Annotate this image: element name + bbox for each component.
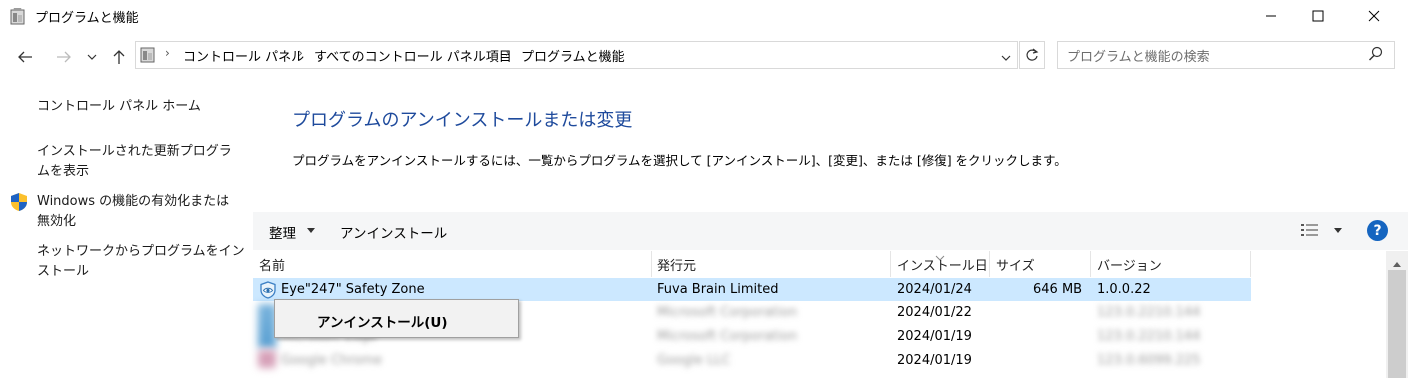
row-version: 1.0.0.22 (1097, 282, 1151, 297)
column-divider[interactable] (989, 251, 990, 277)
chevron-down-icon (87, 54, 97, 60)
back-button[interactable] (13, 44, 37, 70)
row-installed-date: 2024/01/19 (897, 353, 972, 368)
organize-dropdown-icon[interactable] (307, 228, 315, 233)
breadcrumb-control-panel[interactable]: コントロール パネル (183, 46, 304, 65)
row-version: 123.0.2210.144 (1097, 305, 1201, 320)
refresh-button[interactable] (1019, 41, 1045, 69)
scrollbar-thumb[interactable] (1388, 270, 1406, 378)
forward-button[interactable] (52, 44, 76, 70)
page-description: プログラムをアンインストールするには、一覧からプログラムを選択して [アンインス… (292, 153, 1067, 168)
row-size: 646 MB (1033, 282, 1083, 297)
close-button[interactable] (1351, 0, 1397, 32)
uninstall-button[interactable]: アンインストール (340, 222, 447, 242)
sidebar-item-control-panel-home[interactable]: コントロール パネル ホーム (37, 97, 247, 117)
breadcrumb-programs[interactable]: プログラムと機能 (521, 46, 625, 65)
column-name[interactable]: 名前 (259, 255, 285, 274)
maximize-button[interactable] (1295, 0, 1341, 32)
column-divider[interactable] (890, 251, 891, 277)
sidebar-item-windows-features[interactable]: Windows の機能の有効化または無効化 (37, 192, 242, 232)
column-size[interactable]: サイズ (996, 255, 1035, 274)
help-button[interactable]: ? (1367, 220, 1388, 241)
window-title: プログラムと機能 (35, 11, 139, 26)
column-publisher[interactable]: 発行元 (657, 255, 696, 274)
row-publisher: Google LLC (657, 353, 731, 368)
sidebar-item-installed-updates[interactable]: インストールされた更新プログラムを表示 (37, 142, 242, 182)
row-installed-date: 2024/01/22 (897, 305, 972, 320)
up-button[interactable] (107, 44, 131, 70)
column-installed-date[interactable]: インストール日 (897, 255, 988, 274)
view-dropdown-icon[interactable] (1334, 228, 1342, 233)
shield-icon (10, 192, 28, 212)
arrow-left-icon (18, 51, 32, 63)
organize-button[interactable]: 整理 (269, 222, 296, 242)
control-panel-icon (10, 7, 26, 25)
breadcrumb-separator-icon[interactable]: › (505, 46, 510, 60)
page-title: プログラムのアンインストールまたは変更 (292, 110, 633, 131)
row-publisher: Microsoft Corporation (657, 329, 798, 344)
column-version[interactable]: バージョン (1097, 255, 1162, 274)
row-version: 123.0.6099.225 (1097, 353, 1201, 368)
context-menu-uninstall[interactable]: アンインストール(U) (317, 311, 448, 331)
app-icon-blurred (258, 350, 276, 368)
search-placeholder: プログラムと機能の検索 (1067, 50, 1210, 65)
breadcrumb-separator-icon[interactable]: › (165, 46, 170, 60)
arrow-right-icon (57, 51, 71, 63)
row-publisher: Microsoft Corporation (657, 305, 798, 320)
column-divider[interactable] (651, 251, 652, 277)
sidebar-item-install-from-network[interactable]: ネットワークからプログラムをインストール (37, 242, 247, 282)
row-installed-date: 2024/01/19 (897, 329, 972, 344)
address-dropdown-icon[interactable] (1001, 51, 1011, 66)
column-divider[interactable] (1250, 251, 1251, 277)
minimize-button[interactable] (1248, 0, 1294, 32)
breadcrumb-separator-icon[interactable]: › (298, 46, 303, 60)
arrow-up-icon (113, 50, 125, 64)
control-panel-icon (140, 45, 156, 67)
title-bar (0, 0, 1408, 32)
row-version: 123.0.2210.144 (1097, 329, 1201, 344)
row-publisher: Fuva Brain Limited (657, 282, 779, 297)
refresh-icon (1026, 48, 1039, 61)
breadcrumb-all-items[interactable]: すべてのコントロール パネル項目 (314, 46, 512, 65)
row-name: Eye"247" Safety Zone (281, 282, 425, 297)
column-divider[interactable] (1090, 251, 1091, 277)
row-installed-date: 2024/01/24 (897, 282, 972, 297)
row-name: Google Chrome (281, 353, 382, 368)
search-icon[interactable] (1368, 46, 1384, 62)
view-options-icon[interactable] (1300, 223, 1320, 241)
recent-locations-button[interactable] (82, 44, 102, 70)
